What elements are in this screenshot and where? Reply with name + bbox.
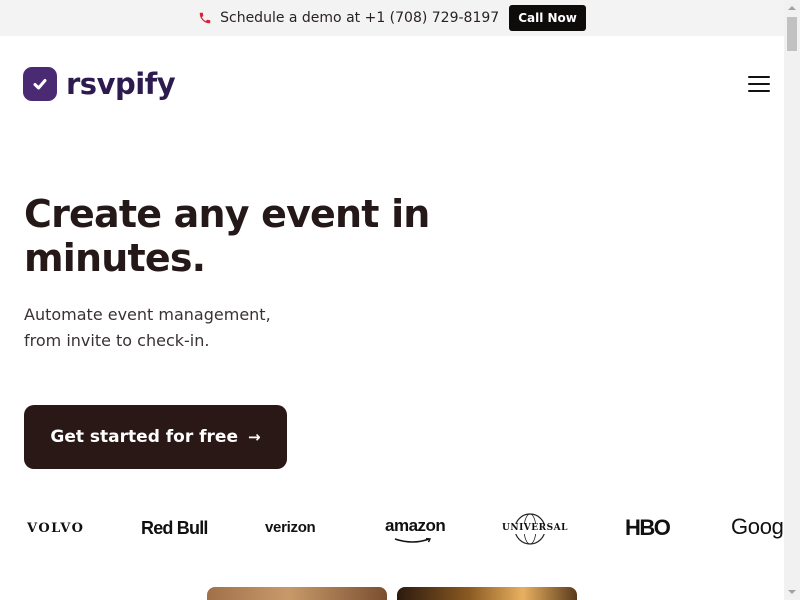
event-photo: [397, 587, 577, 600]
logo-checkmark-icon: [23, 67, 57, 101]
amazon-smile-icon: [394, 538, 432, 543]
call-now-button[interactable]: Call Now: [509, 5, 586, 31]
scrollbar-thumb[interactable]: [787, 17, 797, 51]
verizon-logo: verizon: [265, 519, 316, 536]
hamburger-menu-icon[interactable]: [748, 76, 770, 92]
hbo-logo: HBO: [625, 515, 671, 540]
get-started-label: Get started for free: [50, 427, 238, 447]
redbull-logo: Red Bull: [141, 518, 208, 538]
announcement-text: Schedule a demo at +1 (708) 729-8197: [220, 10, 500, 26]
amazon-wordmark: amazon: [385, 516, 446, 535]
universal-wordmark: UNIVERSAL: [502, 523, 568, 533]
logo[interactable]: rsvpify: [23, 67, 176, 101]
announcement-bar: Schedule a demo at +1 (708) 729-8197 Cal…: [0, 0, 784, 36]
get-started-button[interactable]: Get started for free →: [24, 405, 287, 469]
hero-headline: Create any event in minutes.: [24, 192, 430, 280]
phone-icon: [199, 12, 211, 24]
brand-logo-strip: VOLVO Red Bull verizon amazon UNIVERSAL …: [0, 508, 784, 550]
event-photo: [207, 587, 387, 600]
amazon-logo: amazon: [385, 516, 446, 543]
google-logo: Goog: [731, 514, 784, 539]
scroll-up-arrow-icon[interactable]: [784, 0, 800, 16]
hero-subtext-line-2: from invite to check-in.: [24, 331, 210, 350]
volvo-logo: VOLVO: [27, 521, 85, 536]
hero-subtext-line-1: Automate event management,: [24, 305, 271, 324]
vertical-scrollbar[interactable]: [784, 0, 800, 600]
scroll-down-arrow-icon[interactable]: [784, 584, 800, 600]
universal-logo: UNIVERSAL: [500, 512, 567, 546]
logo-wordmark: rsvpify: [66, 67, 176, 101]
site-header: rsvpify: [0, 36, 784, 132]
arrow-right-icon: →: [248, 428, 261, 446]
hero-subtext: Automate event management, from invite t…: [24, 302, 324, 354]
